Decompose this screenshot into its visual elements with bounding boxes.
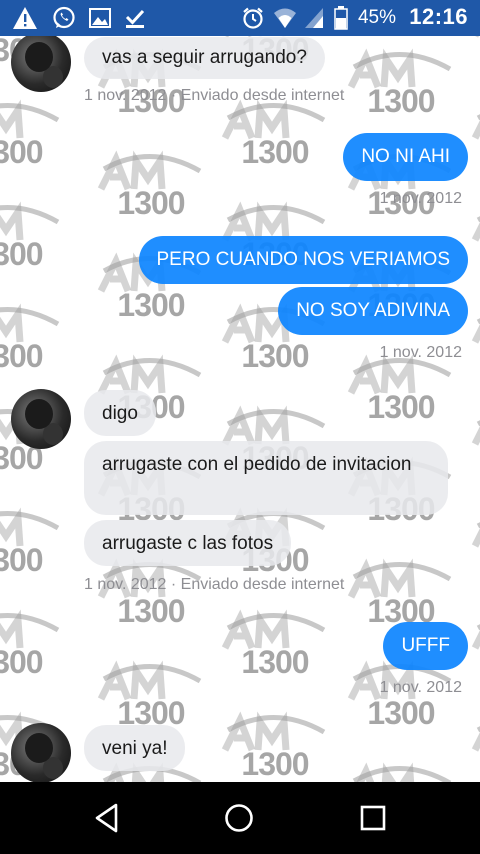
home-icon[interactable] — [217, 796, 261, 840]
message-outgoing[interactable]: NO NI AHI — [343, 133, 468, 181]
message-meta: 1 nov. 2012 — [379, 344, 462, 361]
warning-icon — [12, 6, 38, 30]
message-meta: 1 nov. 2012 · Enviado desde internet — [84, 576, 345, 593]
message-outgoing[interactable]: NO SOY ADIVINA — [278, 287, 468, 335]
conversation[interactable]: vas a seguir arrugando? 1 nov. 2012 · En… — [0, 36, 480, 782]
gallery-icon — [88, 6, 112, 30]
message-outgoing[interactable]: UFFF — [383, 622, 468, 670]
message-incoming[interactable]: digo — [84, 390, 156, 436]
signal-icon — [304, 6, 324, 30]
contact-avatar[interactable] — [11, 389, 71, 449]
contact-avatar[interactable] — [11, 36, 71, 92]
contact-avatar[interactable] — [11, 723, 71, 782]
whatsapp-icon — [52, 6, 76, 30]
wifi-icon — [273, 6, 297, 30]
navigation-bar — [0, 782, 480, 854]
battery-icon — [334, 6, 348, 30]
message-meta: 1 nov. 2012 — [379, 679, 462, 696]
message-incoming[interactable]: arrugaste con el pedido de invitacion — [84, 441, 448, 515]
message-meta: 1 nov. 2012 — [379, 190, 462, 207]
message-incoming[interactable]: arrugaste c las fotos — [84, 520, 292, 566]
clock: 12:16 — [409, 4, 468, 29]
status-bar: 45% 12:16 — [0, 0, 480, 36]
recents-icon[interactable] — [351, 796, 395, 840]
back-icon[interactable] — [85, 796, 129, 840]
alarm-icon — [241, 6, 265, 30]
message-outgoing[interactable]: PERO CUANDO NOS VERIAMOS — [138, 236, 468, 284]
battery-percent: 45% — [357, 7, 396, 28]
check-download-icon — [124, 6, 146, 30]
message-incoming[interactable]: vas a seguir arrugando? — [84, 37, 325, 79]
message-incoming[interactable]: veni ya! — [84, 725, 186, 771]
message-meta: 1 nov. 2012 · Enviado desde internet — [84, 87, 345, 104]
